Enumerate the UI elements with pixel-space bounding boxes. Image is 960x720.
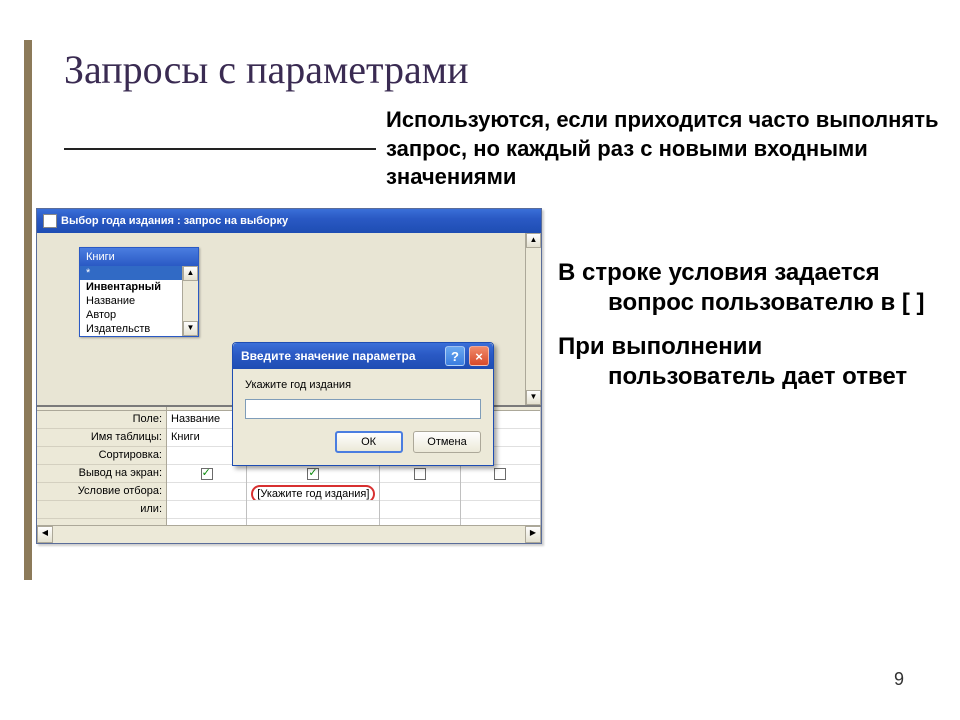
cell-show[interactable] bbox=[167, 465, 246, 483]
scrollbar-track[interactable] bbox=[53, 526, 525, 543]
body-paragraph-2: При выполнении пользователь дает ответ bbox=[558, 332, 928, 392]
cell-or[interactable] bbox=[380, 501, 459, 519]
scroll-up-icon[interactable]: ▲ bbox=[526, 233, 541, 248]
scroll-down-icon[interactable]: ▼ bbox=[526, 390, 541, 405]
cell-criteria[interactable] bbox=[167, 483, 246, 501]
dialog-title: Введите значение параметра bbox=[241, 349, 416, 363]
field-item-star[interactable]: * bbox=[80, 266, 182, 280]
label-or: или: bbox=[37, 501, 166, 519]
window-titlebar[interactable]: Выбор года издания : запрос на выборку bbox=[37, 209, 541, 233]
dialog-titlebar[interactable]: Введите значение параметра ? × bbox=[233, 343, 493, 369]
cell-or[interactable] bbox=[167, 501, 246, 519]
dialog-prompt: Укажите год издания bbox=[245, 379, 481, 391]
horizontal-rule bbox=[64, 148, 376, 150]
label-sort: Сортировка: bbox=[37, 447, 166, 465]
field-items: * Инвентарный Название Автор Издательств bbox=[80, 266, 182, 336]
checkbox-icon[interactable] bbox=[307, 468, 319, 480]
field-item-pub[interactable]: Издательств bbox=[80, 322, 182, 336]
parameter-dialog: Введите значение параметра ? × Укажите г… bbox=[232, 342, 494, 466]
window-title: Выбор года издания : запрос на выборку bbox=[61, 215, 288, 227]
ok-button[interactable]: ОК bbox=[335, 431, 403, 453]
cell-criteria[interactable]: [Укажите год издания] bbox=[247, 483, 379, 501]
label-field: Поле: bbox=[37, 411, 166, 429]
cell-show[interactable] bbox=[380, 465, 459, 483]
cancel-button[interactable]: Отмена bbox=[413, 431, 481, 453]
dialog-buttons: ОК Отмена bbox=[245, 431, 481, 453]
upper-pane-scrollbar[interactable]: ▲ ▼ bbox=[525, 233, 541, 405]
horizontal-scrollbar[interactable]: ◀ ▶ bbox=[37, 525, 541, 543]
cell-criteria[interactable] bbox=[380, 483, 459, 501]
cell-or[interactable] bbox=[247, 501, 379, 519]
window-icon bbox=[43, 214, 57, 228]
checkbox-icon[interactable] bbox=[201, 468, 213, 480]
dialog-body: Укажите год издания ОК Отмена bbox=[233, 369, 493, 465]
scroll-right-icon[interactable]: ▶ bbox=[525, 526, 541, 543]
label-table: Имя таблицы: bbox=[37, 429, 166, 447]
scroll-down-icon[interactable]: ▼ bbox=[183, 321, 198, 336]
body-paragraph-1: В строке условия задается вопрос пользов… bbox=[558, 258, 928, 318]
field-item-inv[interactable]: Инвентарный bbox=[80, 280, 182, 294]
body-text: В строке условия задается вопрос пользов… bbox=[558, 258, 928, 406]
field-item-name[interactable]: Название bbox=[80, 294, 182, 308]
page-number: 9 bbox=[894, 669, 904, 690]
cell-show[interactable] bbox=[247, 465, 379, 483]
accent-bar bbox=[24, 40, 32, 580]
field-list[interactable]: Книги * Инвентарный Название Автор Издат… bbox=[79, 247, 199, 337]
label-criteria: Условие отбора: bbox=[37, 483, 166, 501]
field-item-author[interactable]: Автор bbox=[80, 308, 182, 322]
scroll-left-icon[interactable]: ◀ bbox=[37, 526, 53, 543]
slide-title: Запросы с параметрами bbox=[64, 46, 468, 93]
checkbox-icon[interactable] bbox=[494, 468, 506, 480]
scroll-up-icon[interactable]: ▲ bbox=[183, 266, 198, 281]
close-button[interactable]: × bbox=[469, 346, 489, 366]
field-list-title: Книги bbox=[80, 248, 198, 266]
criteria-highlight: [Укажите год издания] bbox=[251, 485, 375, 501]
label-show: Вывод на экран: bbox=[37, 465, 166, 483]
help-button[interactable]: ? bbox=[445, 346, 465, 366]
field-list-scrollbar[interactable]: ▲ ▼ bbox=[182, 266, 198, 336]
checkbox-icon[interactable] bbox=[414, 468, 426, 480]
slide-subtitle: Используются, если приходится часто выпо… bbox=[386, 106, 946, 192]
parameter-input[interactable] bbox=[245, 399, 481, 419]
query-grid-labels: Поле: Имя таблицы: Сортировка: Вывод на … bbox=[37, 407, 167, 525]
